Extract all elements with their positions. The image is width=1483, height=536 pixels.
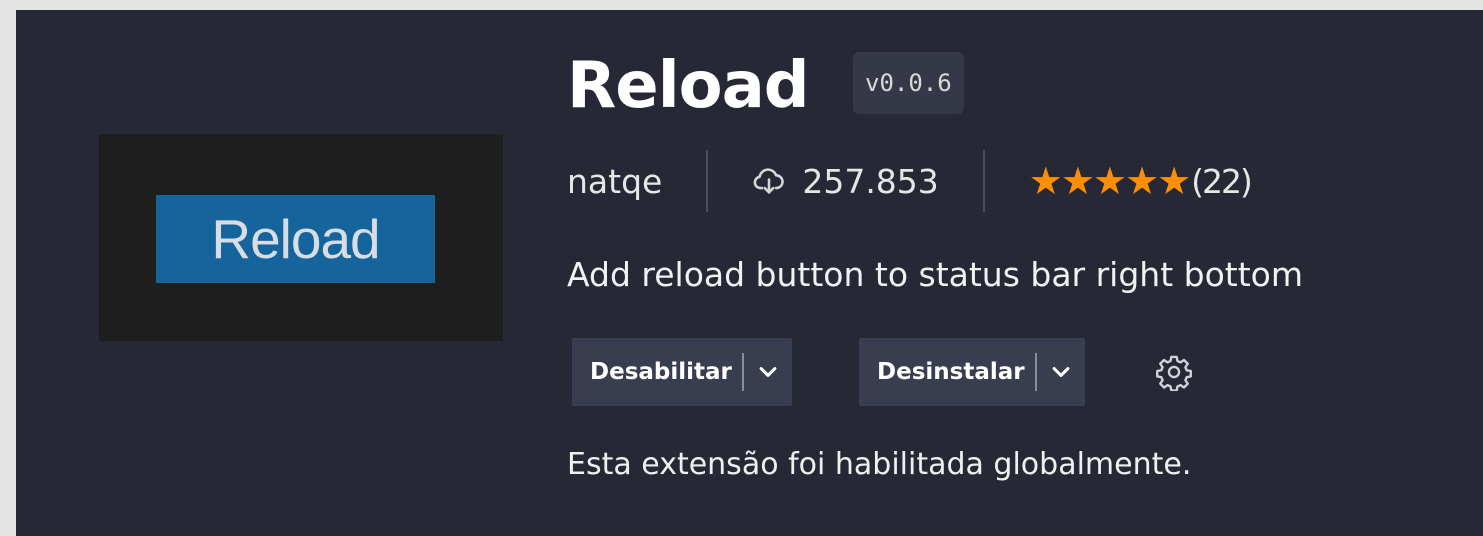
extension-title: Reload: [567, 49, 810, 123]
meta-divider: [982, 150, 985, 212]
disable-button-group: Desabilitar: [572, 338, 792, 406]
rating-stars: ★★★★★: [1028, 159, 1191, 203]
extension-description: Add reload button to status bar right bo…: [567, 255, 1303, 294]
extension-meta-row: natqe 257.853 ★★★★★ (22): [567, 150, 1253, 212]
meta-divider: [706, 150, 709, 212]
install-count: 257.853: [802, 161, 939, 201]
disable-options-dropdown[interactable]: [744, 338, 792, 406]
extension-icon: Reload: [99, 134, 503, 341]
chevron-down-icon: [759, 367, 777, 377]
rating[interactable]: ★★★★★ (22): [1028, 159, 1253, 203]
uninstall-options-dropdown[interactable]: [1037, 338, 1085, 406]
publisher-link[interactable]: natqe: [567, 162, 662, 201]
status-note: Esta extensão foi habilitada globalmente…: [567, 447, 1192, 482]
uninstall-button[interactable]: Desinstalar: [859, 338, 1035, 406]
uninstall-button-group: Desinstalar: [859, 338, 1085, 406]
chevron-down-icon: [1052, 367, 1069, 377]
extension-icon-label: Reload: [156, 195, 435, 283]
extension-details-panel: Reload Reload v0.0.6 natqe 257.853 ★★★★★…: [16, 10, 1483, 536]
cloud-download-icon: [753, 168, 785, 194]
disable-button[interactable]: Desabilitar: [572, 338, 742, 406]
version-badge: v0.0.6: [853, 52, 964, 114]
rating-count: (22): [1191, 161, 1253, 201]
gear-icon[interactable]: [1155, 353, 1193, 391]
